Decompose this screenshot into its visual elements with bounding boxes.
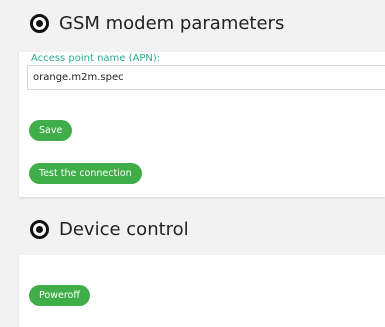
radio-selected-icon xyxy=(30,14,49,33)
radio-selected-icon xyxy=(30,220,49,239)
apn-input[interactable] xyxy=(27,65,385,90)
save-button[interactable]: Save xyxy=(29,120,73,141)
page: GSM modem parameters Access point name (… xyxy=(0,0,385,327)
poweroff-button[interactable]: Poweroff xyxy=(29,285,90,306)
gsm-card: Access point name (APN): Save Test the c… xyxy=(19,52,385,197)
device-card: Poweroff xyxy=(19,255,385,327)
device-section-header: Device control xyxy=(30,219,189,240)
test-connection-button[interactable]: Test the connection xyxy=(29,163,142,184)
device-section-title: Device control xyxy=(59,219,189,240)
apn-label: Access point name (APN): xyxy=(31,53,161,64)
gsm-section-title: GSM modem parameters xyxy=(59,13,285,34)
gsm-section-header: GSM modem parameters xyxy=(30,13,284,34)
